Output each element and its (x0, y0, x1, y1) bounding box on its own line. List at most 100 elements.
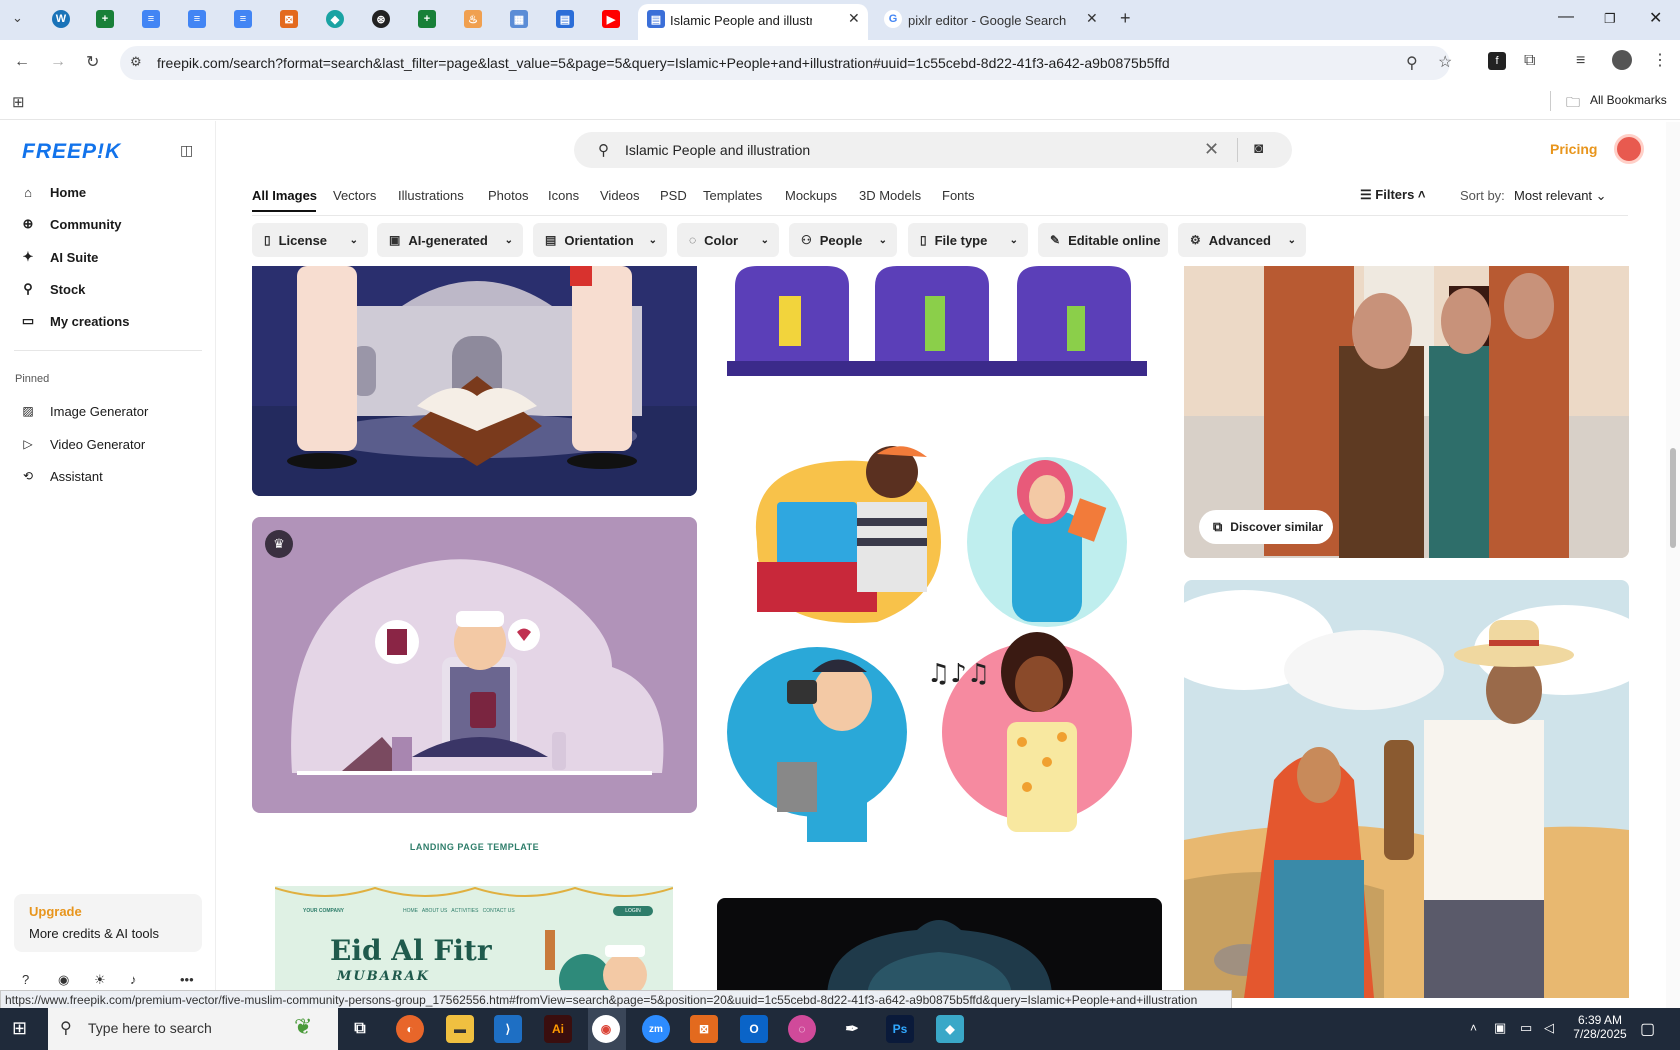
minimize-icon[interactable]: — (1558, 8, 1574, 26)
extension-icon[interactable]: f (1488, 52, 1506, 70)
taskbar-clock[interactable]: 6:39 AM 7/28/2025 (1566, 1013, 1634, 1041)
scrollbar-thumb[interactable] (1670, 448, 1676, 548)
tab-fonts[interactable]: Fonts (942, 188, 975, 203)
menu-icon[interactable]: ⋮ (1652, 50, 1668, 70)
app-icon[interactable]: ◆ (936, 1015, 964, 1043)
help-icon[interactable]: ? (22, 972, 29, 987)
close-tab-icon[interactable]: ✕ (848, 10, 860, 27)
pinned-tab-icon[interactable]: ◆ (326, 10, 344, 28)
clear-search-icon[interactable]: ✕ (1204, 139, 1219, 160)
tab-psd[interactable]: PSD (660, 188, 687, 203)
theme-icon[interactable]: ☀ (94, 972, 106, 988)
task-view-icon[interactable]: ⧉ (346, 1015, 374, 1043)
tab-templates[interactable]: Templates (703, 188, 762, 203)
bookmark-star-icon[interactable]: ☆ (1438, 52, 1452, 72)
extensions-puzzle-icon[interactable]: ⧉ (1524, 52, 1535, 70)
discover-similar-button[interactable]: ⧉ Discover similar (1199, 510, 1333, 544)
tab-illustrations[interactable]: Illustrations (398, 188, 464, 203)
freepik-logo[interactable]: FREEP!K (22, 140, 121, 164)
photoshop-icon[interactable]: Ps (886, 1015, 914, 1043)
vscode-icon[interactable]: ⟩ (494, 1015, 522, 1043)
filter-editable-online[interactable]: ✎ Editable online (1038, 223, 1168, 257)
tab-3d-models[interactable]: 3D Models (859, 188, 921, 203)
filter-license[interactable]: ▯ License ⌄ (252, 223, 368, 257)
filter-orientation[interactable]: ▤ Orientation ⌄ (533, 223, 667, 257)
volume-icon[interactable]: ◁ (1544, 1020, 1554, 1036)
sidebar-item-home[interactable]: ⌂ Home (20, 180, 86, 204)
sidebar-item-video-generator[interactable]: ▷ Video Generator (20, 432, 145, 456)
image-card-landing-page[interactable]: LANDING PAGE TEMPLATE YOUR COMPANY HOME … (252, 840, 697, 990)
pinned-tab-icon[interactable]: + (418, 10, 436, 28)
pen-tool-icon[interactable]: ✒ (838, 1015, 866, 1043)
sidebar-item-image-generator[interactable]: ▨ Image Generator (20, 399, 148, 423)
zoom-icon[interactable]: ⚲ (1406, 53, 1418, 73)
url-text[interactable]: freepik.com/search?format=search&last_fi… (157, 55, 1170, 71)
network-icon[interactable]: ▭ (1520, 1020, 1532, 1036)
tab-title-google[interactable]: pixlr editor - Google Search (908, 13, 1088, 28)
tab-all-images[interactable]: All Images (252, 188, 317, 203)
image-card-people-hobbies[interactable]: ♫♪♫ (717, 432, 1162, 862)
image-card-boy-reading[interactable]: ♛ (252, 517, 697, 813)
filter-ai-generated[interactable]: ▣ AI-generated ⌄ (377, 223, 523, 257)
pinned-tab-icon[interactable]: ⊠ (280, 10, 298, 28)
pinned-tab-icon[interactable]: W (52, 10, 70, 28)
user-avatar[interactable] (1614, 134, 1644, 164)
notifications-icon[interactable]: ▢ (1640, 1019, 1655, 1039)
pinned-tab-icon[interactable]: ♨ (464, 10, 482, 28)
sort-dropdown[interactable]: Most relevant ⌄ (1514, 188, 1607, 204)
sidebar-item-my-creations[interactable]: ▭ My creations (20, 309, 130, 333)
tab-vectors[interactable]: Vectors (333, 188, 376, 203)
image-card-quran-mosque[interactable] (252, 266, 697, 496)
reload-icon[interactable]: ↻ (86, 52, 99, 72)
forward-icon[interactable]: → (50, 53, 66, 71)
tab-videos[interactable]: Videos (600, 188, 640, 203)
back-icon[interactable]: ← (14, 53, 30, 71)
image-card-kids-arches[interactable] (717, 266, 1162, 376)
chrome-icon[interactable]: ◉ (592, 1015, 620, 1043)
tab-search-icon[interactable]: ⌄ (12, 10, 23, 26)
sidebar-item-ai-suite[interactable]: ✦ AI Suite (20, 245, 99, 269)
tab-photos[interactable]: Photos (488, 188, 528, 203)
app-icon[interactable]: ⊠ (690, 1015, 718, 1043)
pinned-tab-icon[interactable]: + (96, 10, 114, 28)
all-bookmarks-link[interactable]: All Bookmarks (1590, 93, 1667, 107)
filter-advanced[interactable]: ⚙ Advanced ⌄ (1178, 223, 1306, 257)
pinned-tab-icon[interactable]: ≡ (234, 10, 252, 28)
filter-color[interactable]: ◌ Color ⌄ (677, 223, 779, 257)
pinned-tab-icon[interactable]: ▦ (510, 10, 528, 28)
filter-file-type[interactable]: ▯ File type ⌄ (908, 223, 1028, 257)
sidebar-item-assistant[interactable]: ⟲ Assistant (20, 464, 103, 488)
tray-chevron-icon[interactable]: ˄ (1470, 1021, 1477, 1035)
file-explorer-icon[interactable]: ▬ (446, 1015, 474, 1043)
pinned-tab-icon[interactable]: ≡ (142, 10, 160, 28)
zoom-icon[interactable]: zm (642, 1015, 670, 1043)
media-control-icon[interactable]: ≡ (1576, 52, 1585, 70)
more-icon[interactable]: ••• (180, 972, 194, 987)
illustrator-icon[interactable]: Ai (544, 1015, 572, 1043)
tab-icons[interactable]: Icons (548, 188, 579, 203)
search-input[interactable]: ⚲ Islamic People and illustration ✕ ◙ (574, 132, 1292, 168)
filter-people[interactable]: ⚇ People ⌄ (789, 223, 897, 257)
upgrade-card[interactable]: Upgrade More credits & AI tools (14, 894, 202, 952)
restore-icon[interactable]: ❐ (1604, 11, 1616, 27)
bell-icon[interactable]: ♪ (130, 972, 137, 987)
windows-start-icon[interactable]: ⊞ (12, 1018, 27, 1039)
site-info-icon[interactable]: ⚙ (130, 54, 142, 70)
close-window-icon[interactable]: ✕ (1649, 8, 1662, 28)
image-card-night-mosque[interactable] (717, 898, 1162, 998)
close-tab-icon[interactable]: ✕ (1086, 10, 1098, 27)
sidebar-item-stock[interactable]: ⚲ Stock (20, 277, 85, 301)
tray-app-icon[interactable]: ▣ (1494, 1020, 1506, 1036)
sidebar-item-community[interactable]: ⊕ Community (20, 212, 122, 236)
new-tab-icon[interactable]: + (1120, 8, 1131, 29)
apps-grid-icon[interactable]: ⊞ (12, 93, 25, 111)
filters-toggle[interactable]: ☰ Filters ˄ (1360, 187, 1426, 203)
youtube-tab-icon[interactable]: ▶ (602, 10, 620, 28)
outlook-icon[interactable]: O (740, 1015, 768, 1043)
pinned-tab-icon[interactable]: ≡ (188, 10, 206, 28)
profile-avatar[interactable] (1612, 50, 1632, 70)
discord-icon[interactable]: ◉ (58, 972, 69, 988)
camera-icon[interactable]: ◙ (1254, 140, 1263, 157)
firefox-icon[interactable]: ◐ (396, 1015, 424, 1043)
pricing-link[interactable]: Pricing (1550, 141, 1597, 157)
